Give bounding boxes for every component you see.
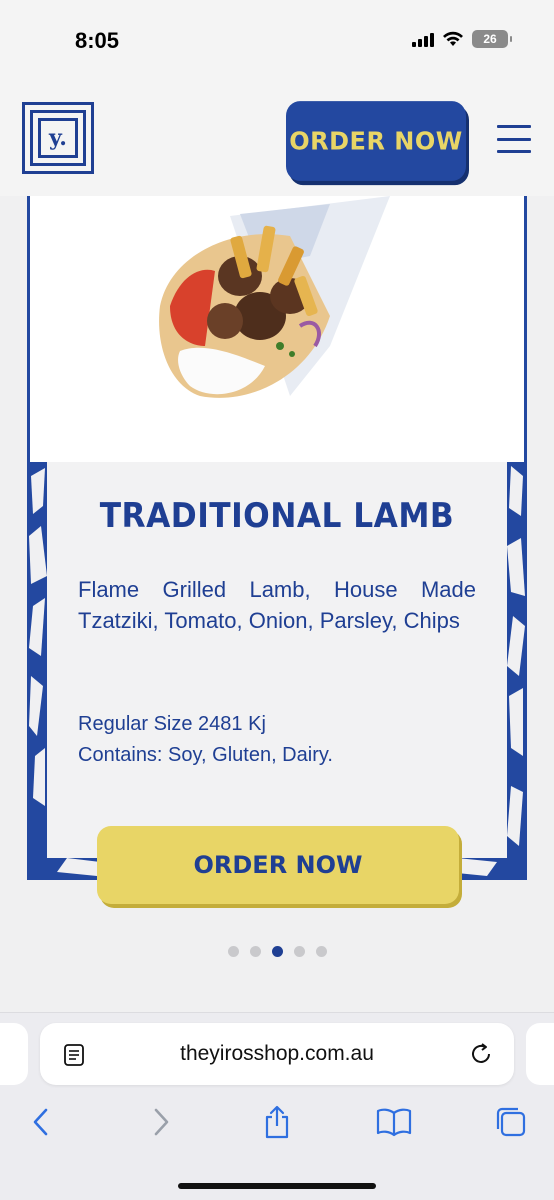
product-size: Regular Size 2481 Kj: [78, 713, 266, 735]
card-order-now-button[interactable]: ORDER NOW: [97, 826, 459, 904]
carousel-dot[interactable]: [249, 946, 261, 957]
product-title: TRADITIONAL LAMB: [99, 496, 455, 536]
product-carousel[interactable]: TRADITIONAL LAMB Flame Grilled Lamb, Hou…: [0, 196, 554, 1012]
carousel-dot[interactable]: [293, 946, 305, 957]
battery-level: 26: [483, 32, 497, 46]
product-image: [30, 196, 524, 462]
forward-icon[interactable]: [140, 1101, 182, 1143]
home-indicator[interactable]: [178, 1183, 376, 1189]
site-logo[interactable]: y.: [22, 102, 94, 174]
reload-icon[interactable]: [468, 1041, 494, 1067]
address-bar[interactable]: theyirosshop.com.au: [40, 1023, 514, 1085]
share-icon[interactable]: [256, 1101, 298, 1143]
product-meta: Regular Size 2481 Kj Contains: Soy, Glut…: [78, 709, 476, 771]
status-icons: 26: [412, 30, 512, 48]
site-header: y. ORDER NOW: [0, 84, 554, 196]
header-order-now-button[interactable]: ORDER NOW: [286, 101, 466, 181]
carousel-dots: [0, 946, 554, 957]
carousel-dot[interactable]: [315, 946, 327, 957]
logo-inner-frame: y.: [30, 110, 86, 166]
signal-icon: [412, 31, 434, 47]
back-icon[interactable]: [20, 1101, 62, 1143]
product-description: Flame Grilled Lamb, House Made Tzatziki,…: [78, 577, 476, 633]
status-bar: 8:05 26: [0, 0, 554, 84]
bookmarks-icon[interactable]: [373, 1101, 415, 1143]
hamburger-menu-icon[interactable]: [497, 122, 531, 156]
logo-text: y.: [38, 118, 78, 158]
carousel-dot-active[interactable]: [271, 946, 283, 957]
browser-chrome: theyirosshop.com.au: [0, 1012, 554, 1200]
wifi-icon: [443, 31, 463, 46]
lamb-gyro-wrap-image: [159, 196, 390, 398]
previous-tab-preview[interactable]: [0, 1023, 28, 1085]
carousel-dot[interactable]: [227, 946, 239, 957]
url-text[interactable]: theyirosshop.com.au: [40, 1023, 514, 1085]
browser-toolbar: [0, 1101, 554, 1143]
status-time: 8:05: [75, 28, 120, 53]
next-tab-preview[interactable]: [526, 1023, 554, 1085]
product-allergens: Contains: Soy, Gluten, Dairy.: [78, 744, 333, 766]
battery-icon: 26: [472, 30, 512, 48]
tabs-icon[interactable]: [490, 1101, 532, 1143]
product-card-frame: [27, 196, 527, 880]
